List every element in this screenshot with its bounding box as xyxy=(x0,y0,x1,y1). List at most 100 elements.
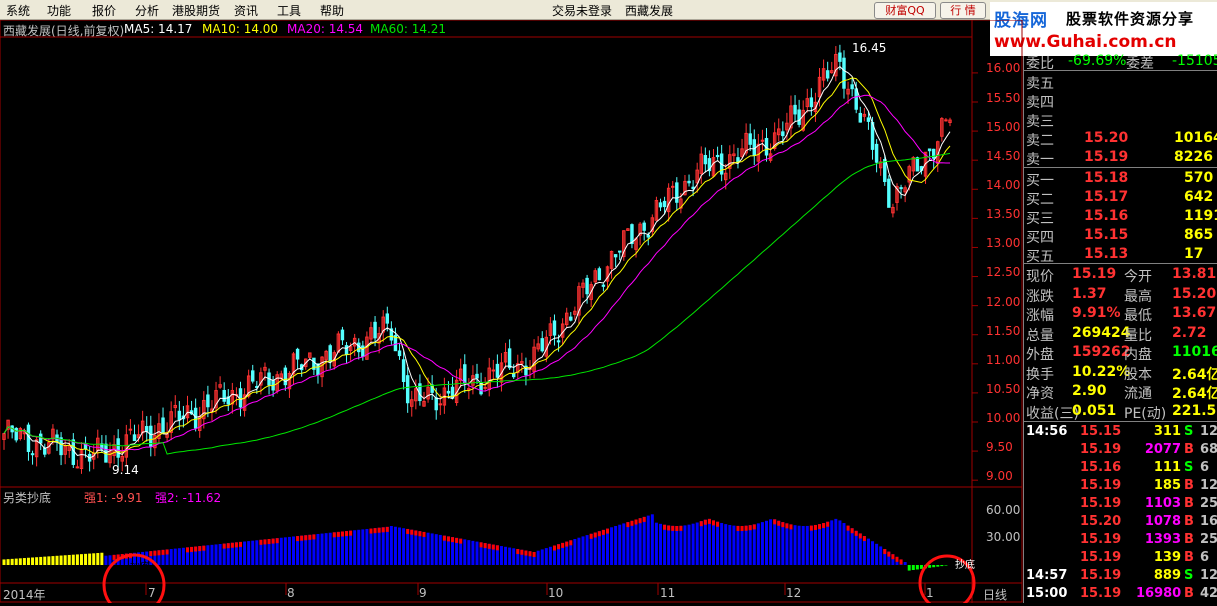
candle-body xyxy=(675,182,679,203)
stat-label: 收益(三) xyxy=(1026,405,1079,422)
sell-level-row[interactable]: 卖一 15.19 8226 xyxy=(1024,148,1217,168)
menu-function[interactable]: 功能 xyxy=(47,2,71,19)
kline-chart-svg[interactable] xyxy=(0,19,1023,606)
candle-body xyxy=(438,403,443,406)
indicator-bar-cap xyxy=(528,551,532,557)
menu-hk-futures[interactable]: 港股期货 xyxy=(172,2,220,19)
menu-help[interactable]: 帮助 xyxy=(320,2,344,19)
candle-body xyxy=(511,373,516,378)
indicator-bar xyxy=(928,565,932,568)
indicator-bar xyxy=(104,555,108,565)
buy-level-row[interactable]: 买一 15.18 570 xyxy=(1024,169,1217,189)
indicator-bar-cap xyxy=(736,525,740,531)
sell-level-row[interactable]: 卖四 xyxy=(1024,91,1217,111)
buy-level-row[interactable]: 买五 15.13 17 xyxy=(1024,245,1217,265)
period-label[interactable]: 日线 xyxy=(983,586,1007,603)
indicator-bar xyxy=(84,553,88,565)
menu-tools[interactable]: 工具 xyxy=(277,2,301,19)
indicator-bar xyxy=(720,523,724,565)
stat-value: 13.67 xyxy=(1172,305,1217,321)
indicator-bar xyxy=(39,556,43,565)
stat-row: 收益(三) 0.051 PE(动) 221.5 xyxy=(1024,402,1217,422)
indicator-bar-cap xyxy=(862,536,866,542)
tick-time: 14:57 xyxy=(1026,568,1068,583)
indicator-bar xyxy=(826,521,830,565)
indicator-bar-cap xyxy=(157,550,161,556)
indicator-bar xyxy=(724,524,728,565)
indicator-bar xyxy=(255,540,259,565)
indicator-bar-cap xyxy=(663,524,667,530)
indicator-bar xyxy=(169,549,173,565)
stat-value: 9.91% xyxy=(1072,305,1121,321)
indicator-bar-cap xyxy=(516,549,520,555)
stat-label: 最高 xyxy=(1124,288,1152,305)
candle-body xyxy=(446,390,451,394)
indicator-bar xyxy=(499,546,503,565)
kline-chart-area[interactable]: 西藏发展(日线,前复权) MA5: 14.17 MA10: 14.00 MA20… xyxy=(0,19,1023,606)
ma10-label: MA10: 14.00 xyxy=(202,22,279,36)
sell-level-row[interactable]: 卖五 xyxy=(1024,72,1217,92)
menu-system[interactable]: 系统 xyxy=(6,2,30,19)
indicator-bar xyxy=(683,525,687,565)
buy-level-row[interactable]: 买二 15.17 642 xyxy=(1024,188,1217,208)
login-status[interactable]: 交易未登录 xyxy=(552,2,612,19)
indicator-bar xyxy=(940,565,944,567)
indicator-bar-cap xyxy=(565,541,569,547)
tick-count: 68 xyxy=(1200,442,1217,457)
tick-volume: 1103 xyxy=(1144,496,1181,511)
stat-row: 净资 2.90 流通 2.64亿 xyxy=(1024,382,1217,402)
price-label: 13.50 xyxy=(986,207,1021,221)
candle-body xyxy=(748,133,752,145)
indicator-bar xyxy=(585,535,589,565)
indicator-bar xyxy=(389,526,393,565)
indicator-bar xyxy=(292,536,296,565)
candle-body xyxy=(866,117,871,122)
sell-level-label: 卖二 xyxy=(1026,133,1054,149)
buy-level-row[interactable]: 买三 15.16 1191 xyxy=(1024,207,1217,227)
tick-side: S xyxy=(1184,424,1194,439)
indicator-bar xyxy=(671,525,675,565)
buy-level-row[interactable]: 买四 15.15 865 xyxy=(1024,226,1217,246)
indicator-bar-cap xyxy=(752,524,756,530)
indicator-bar xyxy=(381,527,385,565)
indicator-bar xyxy=(597,531,601,565)
price-label: 11.00 xyxy=(986,353,1021,367)
indicator-bar xyxy=(830,520,834,565)
indicator-bar xyxy=(398,527,402,565)
candle-body xyxy=(662,200,667,208)
indicator-bar xyxy=(838,520,842,565)
stat-label: 内盘 xyxy=(1124,347,1152,363)
indicator-bar xyxy=(785,523,789,565)
indicator-bar-cap xyxy=(809,525,813,531)
date-label-year: 2014年 xyxy=(3,588,46,602)
sell-level-row[interactable]: 卖三 xyxy=(1024,110,1217,130)
indicator-bar-cap xyxy=(638,518,642,524)
tick-side: B xyxy=(1184,550,1194,565)
indicator-bar xyxy=(210,544,214,565)
indicator-bar-cap xyxy=(789,524,793,530)
caifu-qq-button[interactable]: 财富QQ xyxy=(874,2,936,19)
tick-volume: 16980 xyxy=(1136,586,1182,601)
sell-level-row[interactable]: 卖二 15.20 10164 xyxy=(1024,129,1217,149)
indicator-bar-cap xyxy=(487,543,491,549)
market-button[interactable]: 行 情 xyxy=(940,2,986,19)
menu-news[interactable]: 资讯 xyxy=(234,2,258,19)
candle-body xyxy=(295,348,300,360)
menu-analysis[interactable]: 分析 xyxy=(135,2,159,19)
indicator-bar-cap xyxy=(345,531,349,537)
tick-price: 15.20 xyxy=(1080,514,1122,529)
sell-level-price: 15.19 xyxy=(1084,149,1129,165)
indicator-bar xyxy=(850,528,854,565)
indicator-bar xyxy=(675,525,679,565)
ma-line-ma5 xyxy=(3,65,951,459)
indicator-bar xyxy=(426,532,430,565)
indicator-bar xyxy=(581,536,585,565)
tick-time: 14:56 xyxy=(1026,424,1068,439)
price-label: 12.50 xyxy=(986,265,1021,279)
indicator-bar xyxy=(699,521,703,565)
menu-quote[interactable]: 报价 xyxy=(92,2,116,19)
indicator-bar-cap xyxy=(414,530,418,536)
indicator-bar xyxy=(251,540,255,565)
tick-row: 15.20 1078 B 16 xyxy=(1024,513,1217,531)
stat-value: 15.20 xyxy=(1172,285,1217,302)
